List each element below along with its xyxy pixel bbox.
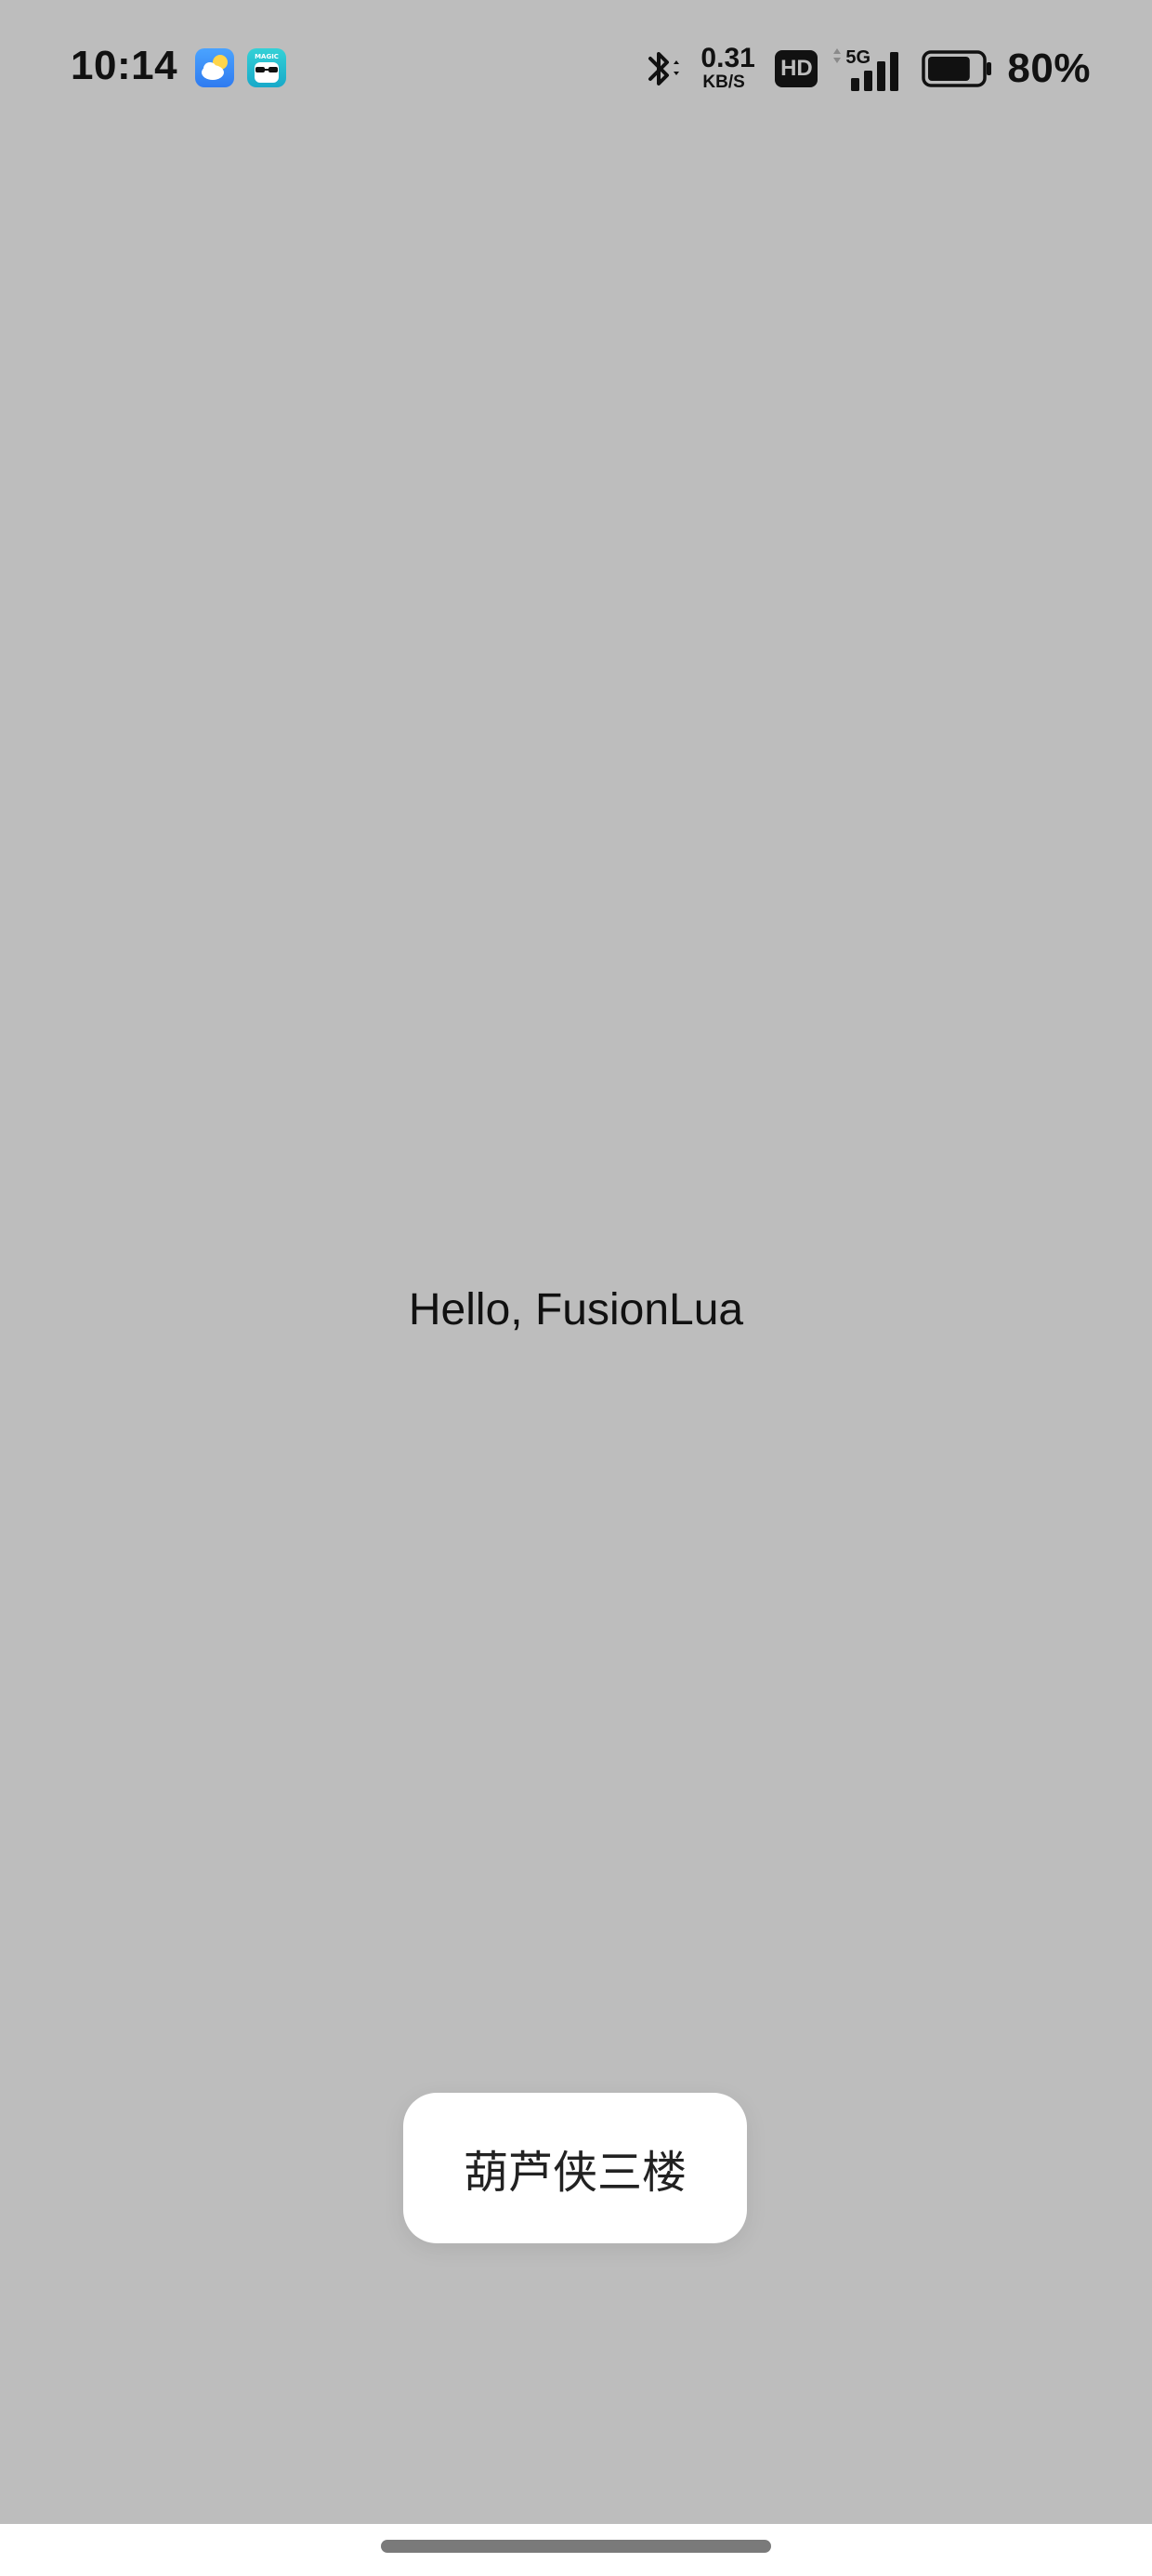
status-bar: 10:14 MAGIC 0.31 KB/S HD 5G 80% — [0, 0, 1152, 139]
status-icons: 0.31 KB/S HD 5G 80% — [643, 41, 1091, 97]
toast-message: 葫芦侠三楼 — [403, 2093, 747, 2243]
network-speed-value: 0.31 — [700, 43, 755, 73]
battery-percentage: 80% — [1007, 46, 1091, 91]
weather-icon — [195, 48, 234, 87]
greeting-text: Hello, FusionLua — [408, 1285, 744, 1334]
battery-icon — [922, 50, 994, 87]
battery-fill — [928, 57, 971, 81]
hd-badge: HD — [775, 50, 818, 87]
bluetooth-icon — [643, 46, 684, 92]
status-time: 10:14 — [71, 43, 178, 88]
magic-app-icon: MAGIC — [247, 48, 286, 87]
network-speed: 0.31 KB/S — [697, 43, 762, 95]
network-type-label: 5G — [845, 47, 871, 68]
cellular-signal-icon: 5G — [831, 45, 909, 93]
magic-icon-label: MAGIC — [255, 53, 279, 60]
network-speed-unit: KB/S — [702, 72, 745, 92]
home-indicator[interactable] — [381, 2540, 771, 2553]
